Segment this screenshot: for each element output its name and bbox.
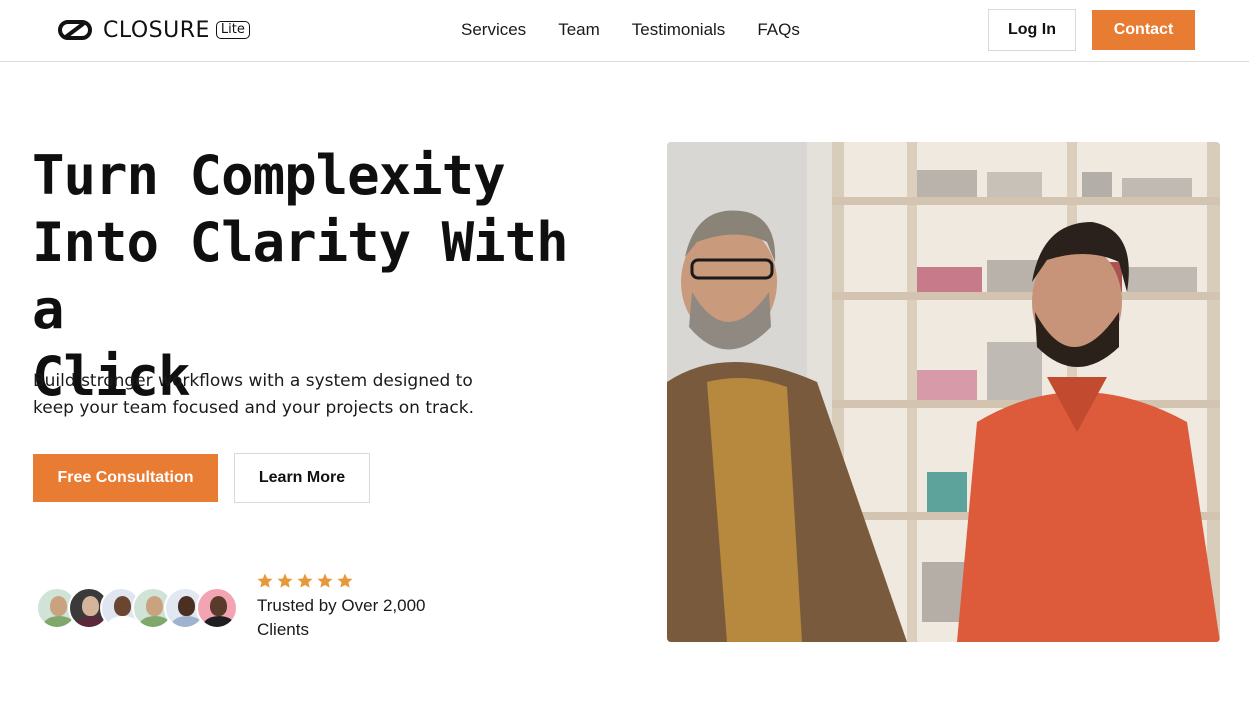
trusted-by-text: Trusted by Over 2,000 Clients — [257, 594, 437, 642]
star-icon — [257, 573, 273, 588]
top-navigation: CLOSURE Lite Services Team Testimonials … — [0, 0, 1249, 62]
avatar — [196, 587, 238, 629]
star-icon — [337, 573, 353, 588]
client-avatar-group — [36, 587, 241, 629]
main-menu: Services Team Testimonials FAQs — [461, 20, 832, 40]
brand-logo[interactable]: CLOSURE Lite — [58, 17, 250, 43]
hero-subtext-line-2: keep your team focused and your projects… — [33, 398, 475, 418]
brand-name: CLOSURE — [103, 17, 210, 43]
trusted-line-1: Trusted by Over 2,000 — [257, 596, 426, 615]
closure-logo-icon — [58, 20, 92, 40]
star-icon — [277, 573, 293, 588]
star-icon — [317, 573, 333, 588]
nav-link-testimonials[interactable]: Testimonials — [632, 20, 726, 40]
hero-headline-line-2: Into Clarity With a — [32, 211, 569, 341]
nav-link-team[interactable]: Team — [558, 20, 600, 40]
star-icon — [297, 573, 313, 588]
rating-stars — [256, 572, 356, 590]
learn-more-button[interactable]: Learn More — [234, 453, 370, 503]
login-button[interactable]: Log In — [988, 9, 1076, 51]
nav-link-faqs[interactable]: FAQs — [757, 20, 800, 40]
hero-headline-line-1: Turn Complexity — [32, 144, 506, 207]
hero-subtext-line-1: Build stronger workflows with a system d… — [33, 371, 473, 391]
nav-link-services[interactable]: Services — [461, 20, 526, 40]
brand-badge: Lite — [215, 21, 250, 39]
hero-image — [667, 142, 1220, 642]
contact-button[interactable]: Contact — [1092, 10, 1195, 50]
trusted-line-2: Clients — [257, 620, 309, 639]
free-consultation-button[interactable]: Free Consultation — [33, 454, 218, 502]
hero-subtext: Build stronger workflows with a system d… — [33, 368, 493, 422]
hero-photo-illustration — [667, 142, 1220, 642]
